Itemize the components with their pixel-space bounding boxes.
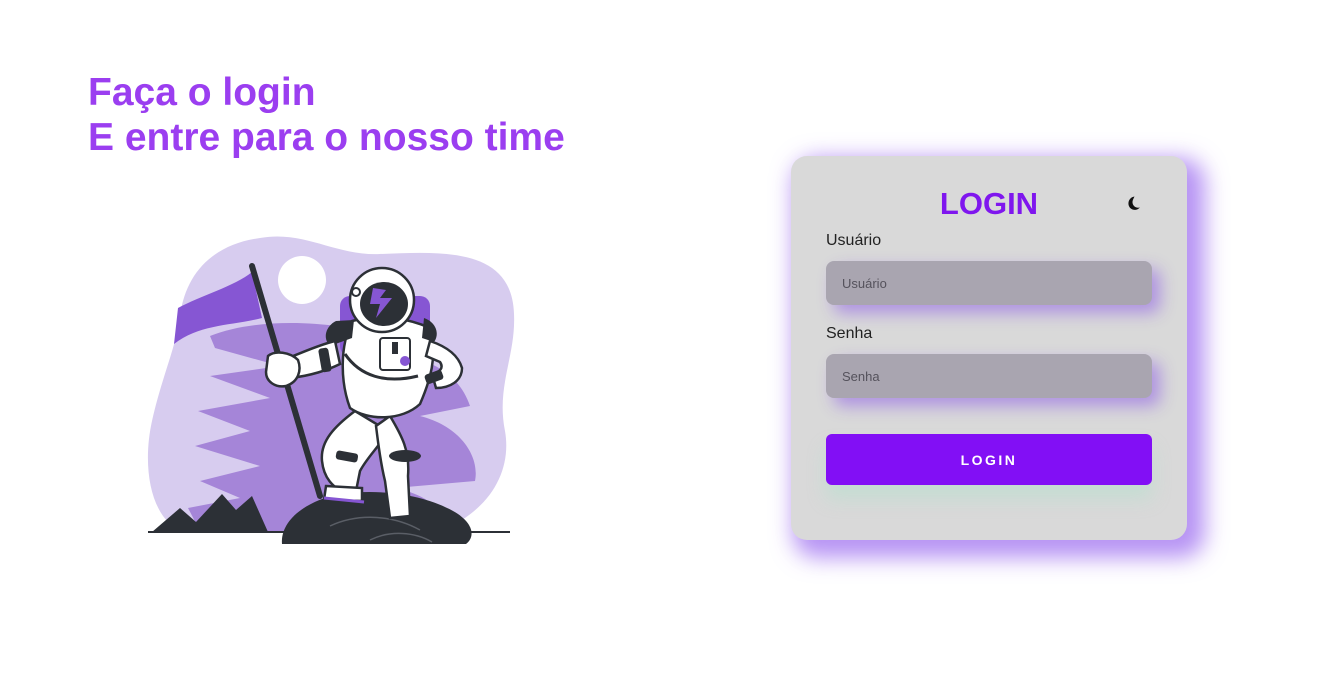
password-input[interactable]	[826, 354, 1152, 398]
hero-line-2: E entre para o nosso time	[88, 116, 565, 159]
login-card: LOGIN Usuário Senha LOGIN	[791, 156, 1187, 540]
astronaut-illustration	[147, 236, 515, 544]
login-page: Faça o login E entre para o nosso time L…	[0, 0, 1319, 696]
astronaut-glove	[264, 351, 301, 388]
moon-icon[interactable]	[1123, 194, 1143, 214]
hero-heading: Faça o login E entre para o nosso time	[88, 70, 565, 160]
login-button[interactable]: LOGIN	[826, 434, 1152, 485]
username-input[interactable]	[826, 261, 1152, 305]
moon-shape	[278, 256, 326, 304]
password-label: Senha	[826, 325, 873, 342]
username-label: Usuário	[826, 232, 882, 249]
hero-line-1: Faça o login	[88, 71, 316, 114]
